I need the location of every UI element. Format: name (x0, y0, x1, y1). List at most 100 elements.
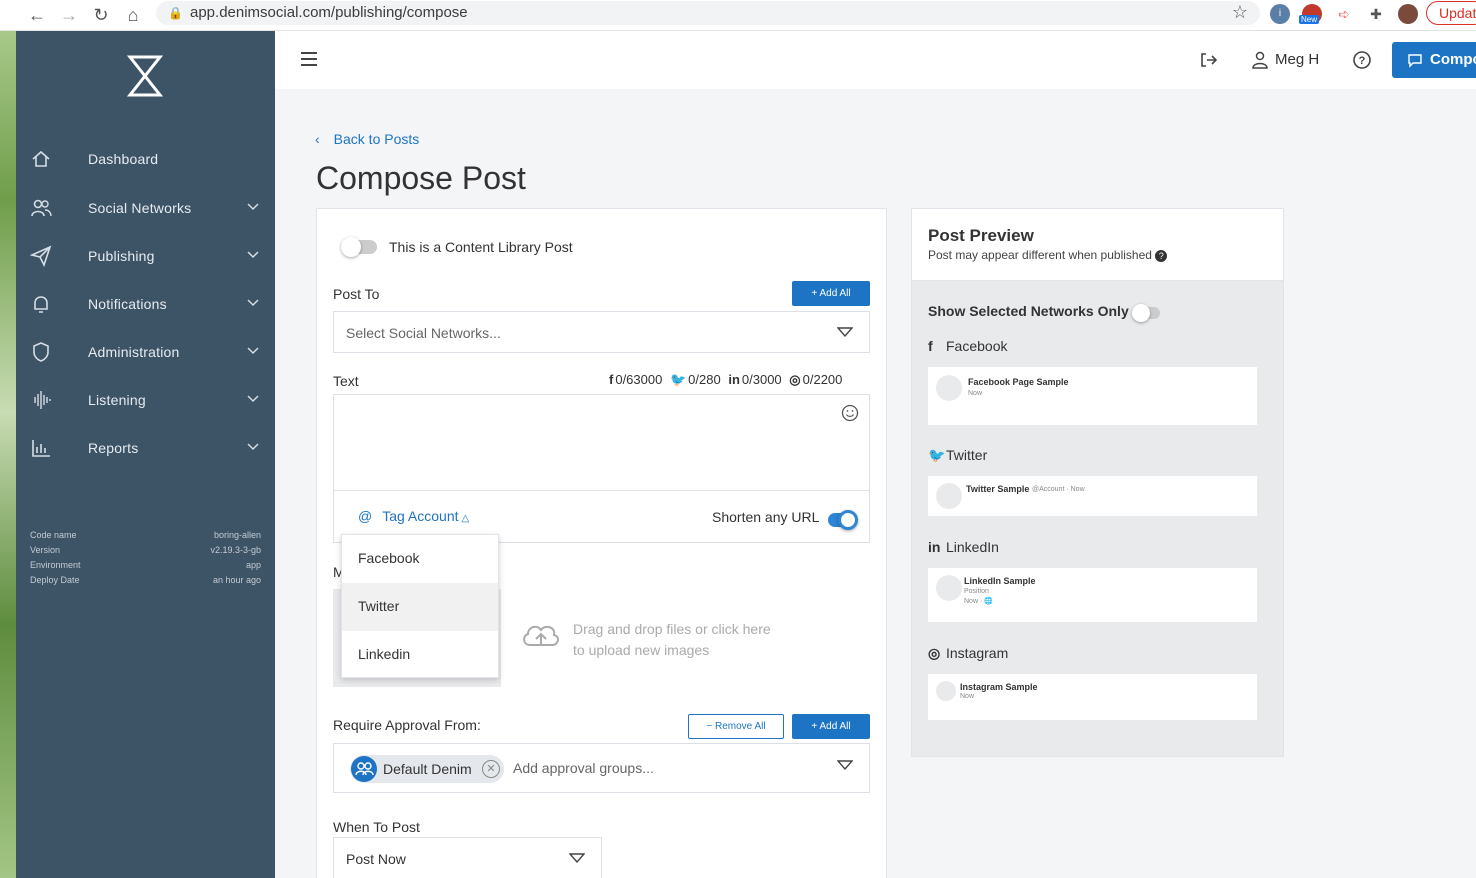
preview-header: Post Preview Post may appear different w… (912, 209, 1283, 281)
preview-card-instagram: Instagram Sample Now (928, 674, 1257, 720)
facebook-count: 0/63000 (615, 372, 663, 387)
show-selected-toggle[interactable] (1132, 304, 1160, 322)
upload-dropzone-text[interactable]: Drag and drop files or click here to upl… (573, 619, 771, 661)
chat-bubble-icon (1408, 54, 1422, 68)
post-preview-panel: Post Preview Post may appear different w… (911, 208, 1284, 757)
chevron-left-icon: ‹ (315, 131, 320, 147)
home-browser-icon[interactable]: ⌂ (122, 4, 144, 26)
remove-all-button[interactable]: − Remove All (688, 714, 784, 739)
profile-avatar[interactable] (1398, 4, 1418, 24)
chevron-down-icon (247, 203, 259, 211)
sidebar-item-social-networks[interactable]: Social Networks (16, 189, 275, 229)
shorten-url-toggle[interactable] (828, 510, 858, 530)
dropdown-item-linkedin[interactable]: Linkedin (342, 631, 498, 679)
users-icon (31, 199, 52, 217)
facebook-icon: f (609, 372, 614, 387)
top-header: Meg H ? Compo (275, 31, 1476, 89)
when-to-post-value: Post Now (346, 851, 406, 867)
user-icon[interactable] (1252, 51, 1268, 69)
back-label: Back to Posts (333, 131, 420, 147)
sidebar-item-listening[interactable]: Listening (16, 381, 275, 421)
page-title: Compose Post (316, 160, 526, 196)
approval-groups-select[interactable]: Default Denim ✕ Add approval groups... (333, 743, 870, 793)
browser-toolbar: ← → ↻ ⌂ 🔒 app.denimsocial.com/publishing… (0, 0, 1476, 31)
when-to-post-label: When To Post (333, 819, 420, 835)
chevron-down-icon (569, 853, 585, 863)
preview-sample-meta: Now (968, 390, 983, 397)
question-circle-icon[interactable]: ? (1155, 250, 1168, 262)
forward-arrow-icon[interactable]: → (58, 4, 80, 26)
denim-logo-icon[interactable] (122, 53, 168, 99)
waveform-icon (34, 391, 51, 409)
emoji-icon[interactable] (841, 404, 859, 422)
group-icon (351, 756, 377, 782)
extension-arrow-icon[interactable]: ➪ (1334, 4, 1354, 24)
chevron-down-icon (247, 443, 259, 451)
address-bar[interactable]: 🔒 app.denimsocial.com/publishing/compose… (156, 1, 1260, 25)
sidebar-item-administration[interactable]: Administration (16, 333, 275, 373)
logout-icon[interactable] (1198, 50, 1218, 70)
extension-new-badge: New (1299, 15, 1320, 24)
extension-icon[interactable]: i (1270, 4, 1290, 24)
post-to-label: Post To (333, 286, 380, 302)
meta-value: an hour ago (212, 575, 261, 585)
social-networks-select[interactable]: Select Social Networks... (333, 311, 870, 353)
preview-network-facebook: f Facebook (928, 338, 1008, 354)
sidebar-item-dashboard[interactable]: Dashboard (16, 140, 275, 180)
compose-button-label: Compo (1430, 51, 1476, 68)
preview-network-instagram: ◎ Instagram (928, 645, 1009, 661)
preview-sample-name: Instagram Sample (960, 682, 1038, 692)
help-icon[interactable]: ? (1352, 50, 1372, 70)
tag-account-dropdown: Facebook Twitter Linkedin (341, 534, 499, 678)
bookmark-star-icon[interactable]: ☆ (1232, 2, 1248, 23)
sidebar-item-label: Social Networks (88, 200, 192, 216)
user-name[interactable]: Meg H (1275, 51, 1319, 68)
meta-value: v2.19.3-3-gb (210, 545, 261, 555)
reload-icon[interactable]: ↻ (90, 4, 112, 26)
sidebar: Dashboard Social Networks Publishing Not… (16, 31, 275, 878)
hamburger-menu-icon[interactable] (301, 52, 317, 66)
at-icon: @ (358, 508, 373, 524)
dropdown-item-facebook[interactable]: Facebook (342, 535, 498, 583)
linkedin-count: 0/3000 (741, 372, 782, 387)
cloud-upload-icon[interactable] (520, 619, 562, 651)
meta-key: Version (30, 545, 61, 555)
bar-chart-icon (32, 440, 50, 457)
chevron-down-icon (247, 299, 259, 307)
when-to-post-select[interactable]: Post Now (333, 837, 602, 878)
text-label: Text (333, 373, 359, 389)
avatar (936, 681, 956, 701)
puzzle-icon[interactable]: ✚ (1366, 4, 1386, 24)
add-all-networks-button[interactable]: + Add All (792, 281, 870, 306)
preview-network-twitter: 🐦Twitter (928, 447, 988, 463)
url-text: app.denimsocial.com/publishing/compose (190, 4, 468, 21)
tag-account-label: Tag Account (382, 508, 459, 524)
preview-title: Post Preview (928, 226, 1034, 245)
update-button[interactable]: Updat (1426, 1, 1476, 25)
dropdown-item-twitter[interactable]: Twitter (342, 583, 498, 631)
preview-card-facebook: Facebook Page Sample Now (928, 367, 1257, 425)
twitter-icon: 🐦 (669, 372, 687, 387)
divider (334, 490, 869, 491)
chevron-down-icon (837, 760, 853, 770)
sidebar-item-notifications[interactable]: Notifications (16, 285, 275, 325)
approval-chip: Default Denim ✕ (350, 755, 504, 783)
remove-chip-icon[interactable]: ✕ (482, 760, 500, 778)
add-all-approval-button[interactable]: + Add All (792, 714, 870, 739)
preview-sample-meta: Position (964, 588, 989, 595)
chevron-down-icon (247, 251, 259, 259)
sidebar-item-label: Administration (88, 344, 180, 360)
sidebar-item-reports[interactable]: Reports (16, 429, 275, 469)
sidebar-item-label: Dashboard (88, 151, 159, 167)
compose-button[interactable]: Compo (1392, 42, 1476, 78)
tag-account-button[interactable]: @ Tag Account △ (358, 508, 469, 524)
post-text-editor[interactable]: @ Tag Account △ Shorten any URL (333, 394, 870, 543)
shield-icon (33, 342, 49, 362)
content-library-toggle[interactable] (341, 237, 377, 257)
back-arrow-icon[interactable]: ← (26, 4, 48, 26)
sidebar-item-publishing[interactable]: Publishing (16, 237, 275, 277)
meta-value: boring-allen (213, 530, 261, 540)
sidebar-item-label: Listening (88, 392, 146, 408)
back-to-posts-link[interactable]: ‹ Back to Posts (315, 131, 419, 147)
upload-line-2: to upload new images (573, 642, 710, 658)
